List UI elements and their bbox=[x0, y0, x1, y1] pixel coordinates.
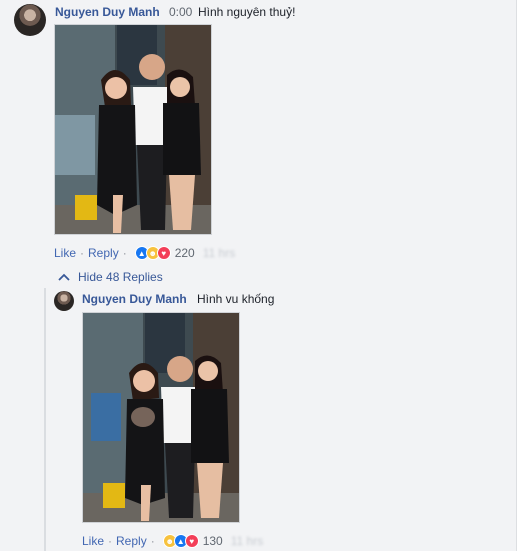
chevron-up-icon bbox=[58, 273, 70, 281]
comment-text: Hình nguyên thuỷ! bbox=[198, 5, 296, 19]
reply-button[interactable]: Reply bbox=[88, 246, 119, 260]
reply-author[interactable]: Nguyen Duy Manh bbox=[82, 292, 187, 306]
photo-image bbox=[83, 313, 239, 522]
reactions-summary[interactable]: ☻ ▲ ♥ bbox=[162, 534, 199, 548]
reply-thread-line bbox=[44, 288, 46, 551]
love-reaction-icon: ♥ bbox=[156, 246, 171, 260]
like-button[interactable]: Like bbox=[82, 534, 104, 548]
love-reaction-icon: ♥ bbox=[184, 534, 199, 548]
reply-age[interactable]: 11 hrs bbox=[231, 534, 263, 548]
hide-replies-button[interactable]: Hide 48 Replies bbox=[58, 270, 163, 284]
separator: · bbox=[150, 534, 155, 548]
hide-replies-label: Hide 48 Replies bbox=[78, 270, 163, 284]
like-button[interactable]: Like bbox=[54, 246, 76, 260]
reaction-count[interactable]: 130 bbox=[203, 534, 223, 548]
comment-author[interactable]: Nguyen Duy Manh bbox=[55, 5, 160, 19]
comment-age[interactable]: 11 hrs bbox=[203, 246, 235, 260]
photo-image bbox=[55, 25, 211, 234]
avatar[interactable] bbox=[14, 4, 46, 36]
separator: · bbox=[80, 246, 85, 260]
comment-photo[interactable] bbox=[54, 24, 212, 235]
reply-photo[interactable] bbox=[82, 312, 240, 523]
comment-timestamp[interactable]: 0:00 bbox=[169, 5, 192, 19]
avatar[interactable] bbox=[54, 291, 74, 311]
separator: · bbox=[122, 246, 127, 260]
reply-button[interactable]: Reply bbox=[116, 534, 147, 548]
reaction-count[interactable]: 220 bbox=[175, 246, 195, 260]
separator: · bbox=[108, 534, 113, 548]
reactions-summary[interactable]: ▲ ☻ ♥ bbox=[134, 246, 171, 260]
reply-actions: Like · Reply · ☻ ▲ ♥ 130 11 hrs bbox=[82, 534, 263, 548]
reply-text: Hình vu khống bbox=[197, 292, 275, 306]
comment-actions: Like · Reply · ▲ ☻ ♥ 220 11 hrs bbox=[54, 246, 235, 260]
